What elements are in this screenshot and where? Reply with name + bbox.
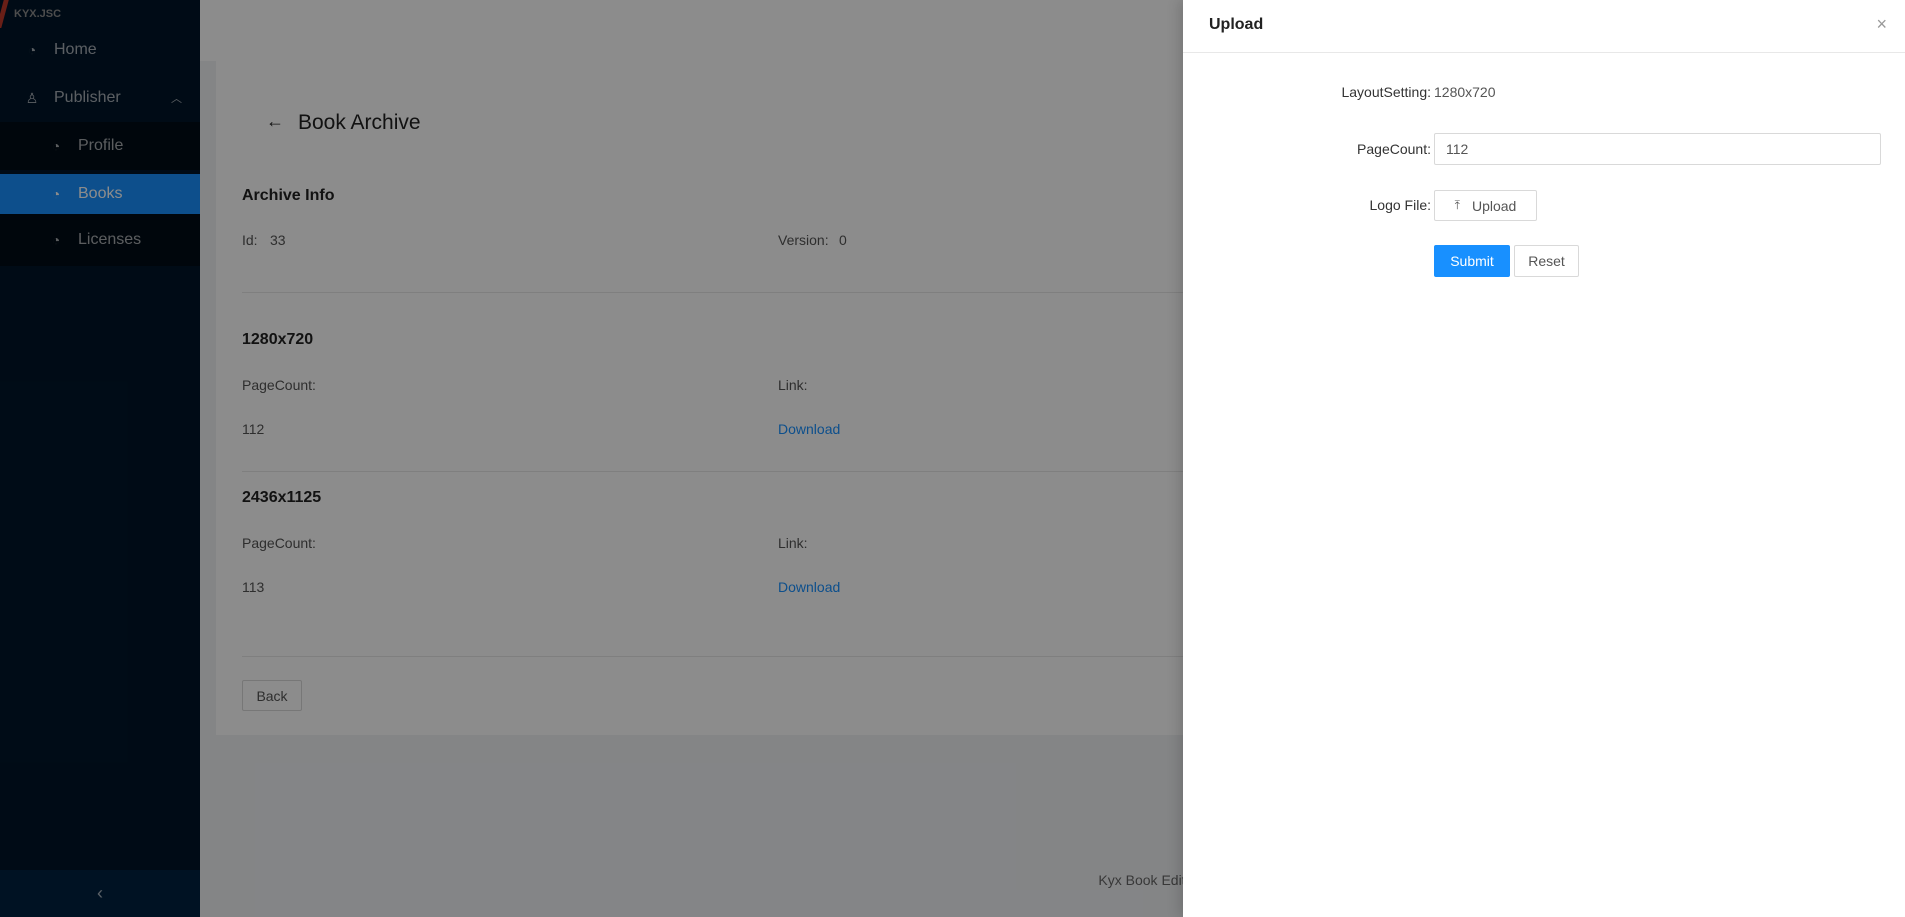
layout-setting-value: 1280x720 bbox=[1434, 84, 1496, 100]
pagecount-input[interactable] bbox=[1434, 133, 1881, 165]
drawer-title: Upload bbox=[1209, 16, 1264, 33]
reset-button[interactable]: Reset bbox=[1514, 245, 1579, 277]
upload-button-label: Upload bbox=[1471, 197, 1517, 214]
upload-drawer: Upload × LayoutSetting: 1280x720 PageCou… bbox=[1183, 0, 1905, 917]
upload-icon: ⤒ bbox=[1454, 198, 1460, 212]
upload-button[interactable]: ⤒ Upload bbox=[1434, 190, 1537, 221]
drawer-header: Upload × bbox=[1183, 0, 1905, 53]
submit-button[interactable]: Submit bbox=[1434, 245, 1510, 277]
logo-file-label: Logo File: bbox=[1369, 197, 1431, 213]
close-icon[interactable]: × bbox=[1876, 14, 1887, 35]
layout-setting-label: LayoutSetting: bbox=[1341, 84, 1431, 100]
pagecount-label: PageCount: bbox=[1357, 141, 1431, 157]
